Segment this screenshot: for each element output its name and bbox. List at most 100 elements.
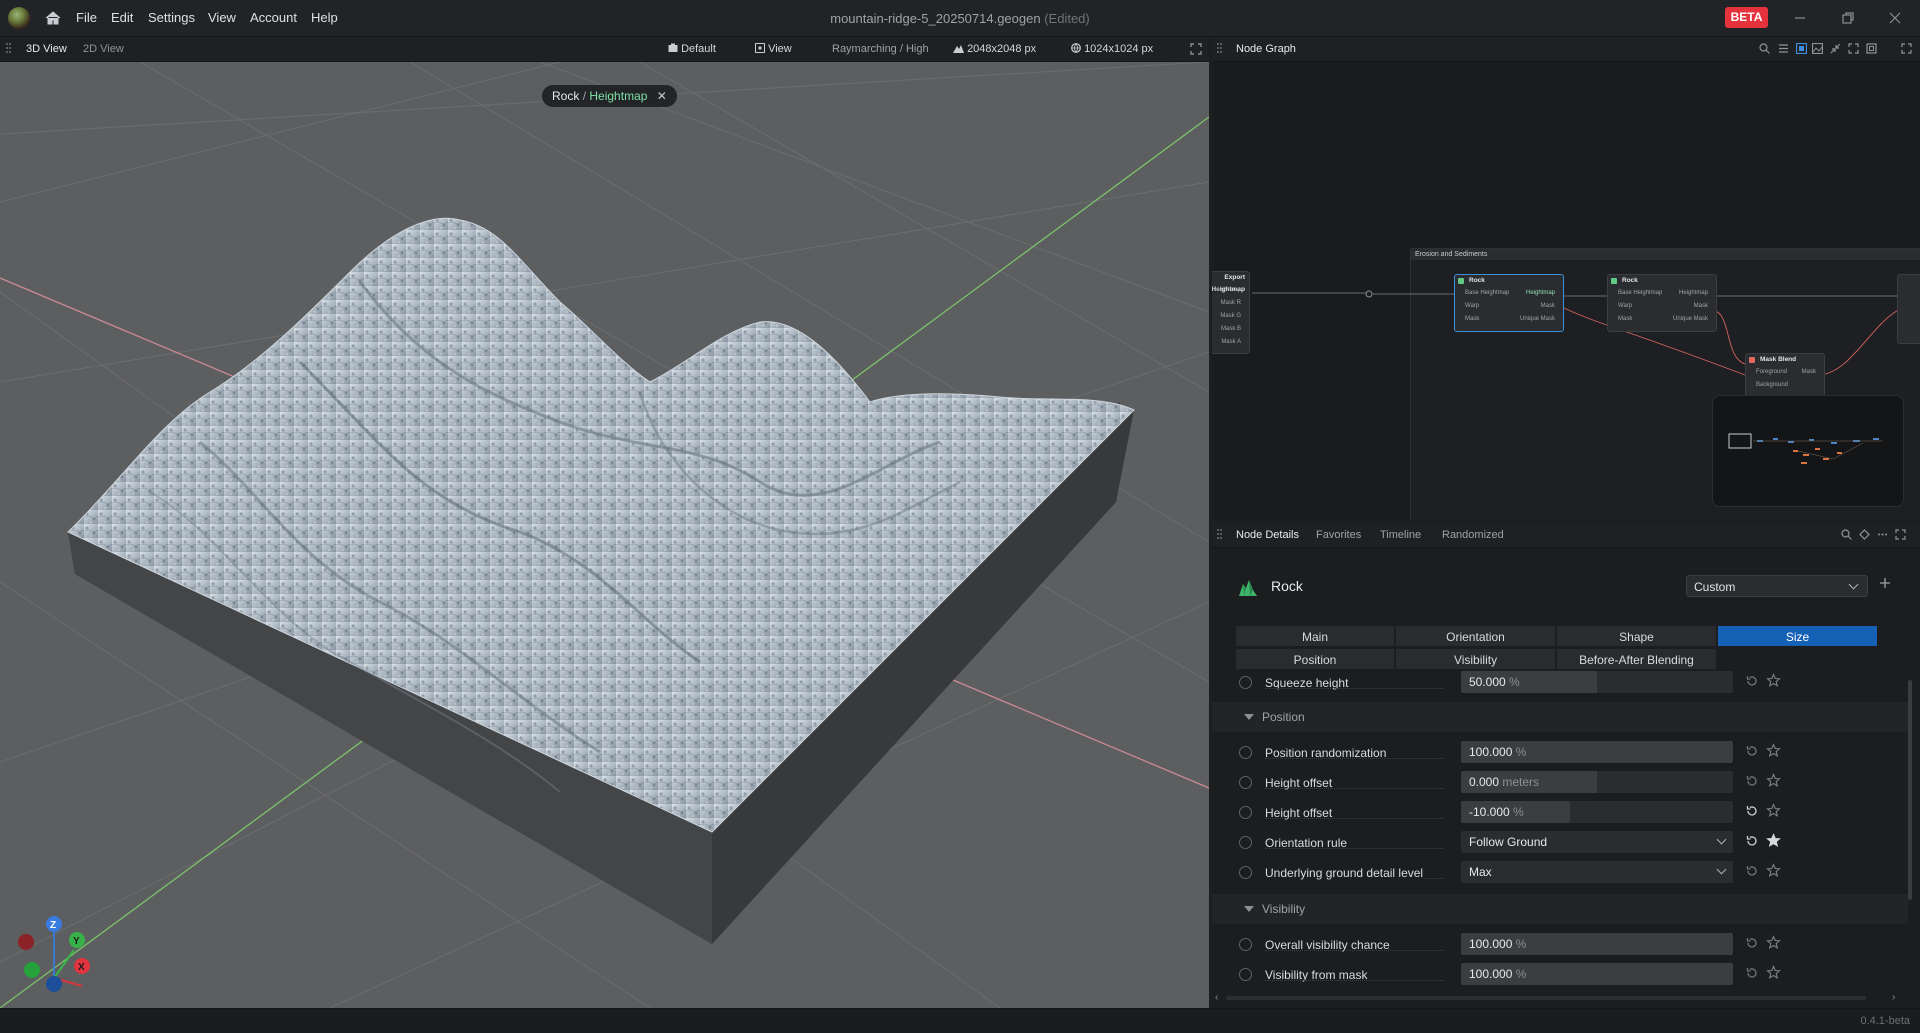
node-port-row[interactable]: Foreground Mask bbox=[1746, 366, 1824, 379]
minimize-icon[interactable] bbox=[1790, 8, 1810, 28]
node-port[interactable]: Mask A bbox=[1212, 336, 1249, 349]
ground-detail-level-dropdown[interactable]: Max bbox=[1461, 861, 1733, 883]
node-port-row[interactable]: Base Heightmap Heightmap bbox=[1608, 287, 1716, 300]
orientation-rule-dropdown[interactable]: Follow Ground bbox=[1461, 831, 1733, 853]
close-icon[interactable]: ✕ bbox=[657, 89, 667, 103]
node-port-row[interactable]: Warp Mask bbox=[1608, 300, 1716, 313]
tab-timeline[interactable]: Timeline bbox=[1380, 529, 1421, 541]
grid-snap-icon[interactable] bbox=[1796, 43, 1807, 54]
search-icon[interactable] bbox=[1841, 529, 1852, 540]
horizontal-scrollbar[interactable] bbox=[1226, 996, 1866, 1000]
reset-icon[interactable] bbox=[1745, 864, 1759, 878]
node-rock[interactable]: Rock Base Heightmap Heightmap Warp Mask Ma… bbox=[1607, 274, 1717, 332]
list-icon[interactable] bbox=[1778, 43, 1789, 54]
node-port[interactable]: Mask R bbox=[1212, 297, 1249, 310]
scroll-left-icon[interactable]: ‹ bbox=[1215, 992, 1218, 1003]
reset-icon[interactable] bbox=[1745, 936, 1759, 950]
node-port-row[interactable]: Mask Unique Mask bbox=[1455, 313, 1563, 326]
close-icon[interactable] bbox=[1885, 8, 1905, 28]
favorite-star-icon[interactable] bbox=[1766, 773, 1781, 788]
node-port-row[interactable]: Mask Unique Mask bbox=[1608, 313, 1716, 326]
terrain-resolution-dropdown[interactable]: 2048x2048 px bbox=[953, 43, 1036, 55]
node-port[interactable]: Heightmap bbox=[1212, 284, 1249, 297]
height-offset-meters-slider[interactable]: 0.000 meters bbox=[1461, 771, 1733, 793]
squeeze-height-slider[interactable]: 50.000 % bbox=[1461, 671, 1733, 693]
fullscreen-icon[interactable] bbox=[1190, 43, 1202, 55]
animate-toggle[interactable] bbox=[1239, 746, 1252, 759]
visibility-from-mask-slider[interactable]: 100.000 % bbox=[1461, 963, 1733, 985]
output-breadcrumb[interactable]: Rock / Heightmap ✕ bbox=[542, 85, 677, 107]
node-port[interactable]: Mask B bbox=[1212, 323, 1249, 336]
tab-randomized[interactable]: Randomized bbox=[1442, 529, 1504, 541]
leader-dots bbox=[1265, 950, 1443, 951]
3d-viewport[interactable]: Z Y X bbox=[0, 62, 1209, 1008]
node-port-row[interactable]: Background bbox=[1746, 379, 1824, 392]
fullscreen-icon[interactable] bbox=[1895, 529, 1906, 540]
node-port[interactable]: Mask G bbox=[1212, 310, 1249, 323]
param-tab-main[interactable]: Main bbox=[1235, 625, 1395, 647]
tab-3d-view[interactable]: 3D View bbox=[26, 43, 67, 55]
animate-toggle[interactable] bbox=[1239, 676, 1252, 689]
tab-favorites[interactable]: Favorites bbox=[1316, 529, 1361, 541]
animate-toggle[interactable] bbox=[1239, 938, 1252, 951]
reset-icon[interactable] bbox=[1745, 674, 1759, 688]
reset-icon[interactable] bbox=[1745, 966, 1759, 980]
more-options-icon[interactable] bbox=[1877, 529, 1888, 540]
animate-toggle[interactable] bbox=[1239, 968, 1252, 981]
favorite-star-icon[interactable] bbox=[1766, 673, 1781, 688]
fit-view-icon[interactable] bbox=[1848, 43, 1859, 54]
scroll-right-icon[interactable]: › bbox=[1892, 992, 1895, 1003]
favorite-star-icon[interactable] bbox=[1766, 935, 1781, 950]
fullscreen-icon[interactable] bbox=[1901, 43, 1912, 54]
reset-icon[interactable] bbox=[1745, 834, 1759, 848]
animate-toggle[interactable] bbox=[1239, 806, 1252, 819]
node-port-row[interactable]: Warp Mask bbox=[1455, 300, 1563, 313]
tab-node-details[interactable]: Node Details bbox=[1236, 529, 1299, 541]
reset-icon[interactable] bbox=[1745, 774, 1759, 788]
view-menu-button[interactable]: View bbox=[755, 43, 792, 55]
param-tab-position[interactable]: Position bbox=[1235, 648, 1395, 670]
param-tab-before-after-blending[interactable]: Before-After Blending bbox=[1556, 648, 1717, 670]
panel-drag-handle[interactable] bbox=[1217, 43, 1223, 55]
node-rock-selected[interactable]: Rock Base Heightmap Heightmap Warp Mask Ma… bbox=[1454, 274, 1564, 332]
section-position[interactable]: Position bbox=[1212, 702, 1908, 732]
position-randomization-slider[interactable]: 100.000 % bbox=[1461, 741, 1733, 763]
node-export-heightmap[interactable]: Export Heightmap Heightmap Mask R Mask G… bbox=[1212, 271, 1250, 354]
param-tab-orientation[interactable]: Orientation bbox=[1395, 625, 1556, 647]
tab-2d-view[interactable]: 2D View bbox=[83, 43, 124, 55]
frame-icon[interactable] bbox=[1866, 43, 1877, 54]
preset-dropdown[interactable]: Custom bbox=[1686, 575, 1868, 597]
section-visibility[interactable]: Visibility bbox=[1212, 894, 1908, 924]
diamond-icon[interactable] bbox=[1859, 529, 1870, 540]
add-icon[interactable] bbox=[1878, 576, 1892, 590]
reset-icon[interactable] bbox=[1745, 744, 1759, 758]
param-tab-visibility[interactable]: Visibility bbox=[1395, 648, 1556, 670]
animate-toggle[interactable] bbox=[1239, 776, 1252, 789]
param-tab-size[interactable]: Size bbox=[1717, 625, 1878, 647]
image-icon[interactable] bbox=[1812, 43, 1823, 54]
render-mode-label[interactable]: Raymarching / High bbox=[832, 43, 929, 55]
node-port-row[interactable]: Base Heightmap Heightmap bbox=[1455, 287, 1563, 300]
favorite-star-icon[interactable] bbox=[1766, 743, 1781, 758]
param-tab-shape[interactable]: Shape bbox=[1556, 625, 1717, 647]
panel-drag-handle[interactable] bbox=[1217, 529, 1223, 541]
favorite-star-icon[interactable] bbox=[1766, 803, 1781, 818]
overall-visibility-slider[interactable]: 100.000 % bbox=[1461, 933, 1733, 955]
node-graph-minimap[interactable] bbox=[1712, 395, 1904, 507]
texture-resolution-dropdown[interactable]: 1024x1024 px bbox=[1071, 43, 1153, 55]
node-partial-offscreen[interactable] bbox=[1897, 274, 1920, 344]
animate-toggle[interactable] bbox=[1239, 836, 1252, 849]
restore-icon[interactable] bbox=[1838, 8, 1858, 28]
collapse-icon[interactable] bbox=[1830, 43, 1841, 54]
reset-icon[interactable] bbox=[1745, 804, 1759, 818]
camera-preset-dropdown[interactable]: Default bbox=[668, 43, 716, 55]
favorite-star-icon[interactable] bbox=[1766, 833, 1781, 848]
panel-drag-handle[interactable] bbox=[6, 43, 12, 55]
favorite-star-icon[interactable] bbox=[1766, 863, 1781, 878]
favorite-star-icon[interactable] bbox=[1766, 965, 1781, 980]
vertical-scrollbar[interactable] bbox=[1908, 680, 1912, 900]
height-offset-percent-slider[interactable]: -10.000 % bbox=[1461, 801, 1733, 823]
node-mask-blend[interactable]: Mask Blend Foreground Mask Background bbox=[1745, 353, 1825, 397]
animate-toggle[interactable] bbox=[1239, 866, 1252, 879]
search-icon[interactable] bbox=[1759, 43, 1770, 54]
